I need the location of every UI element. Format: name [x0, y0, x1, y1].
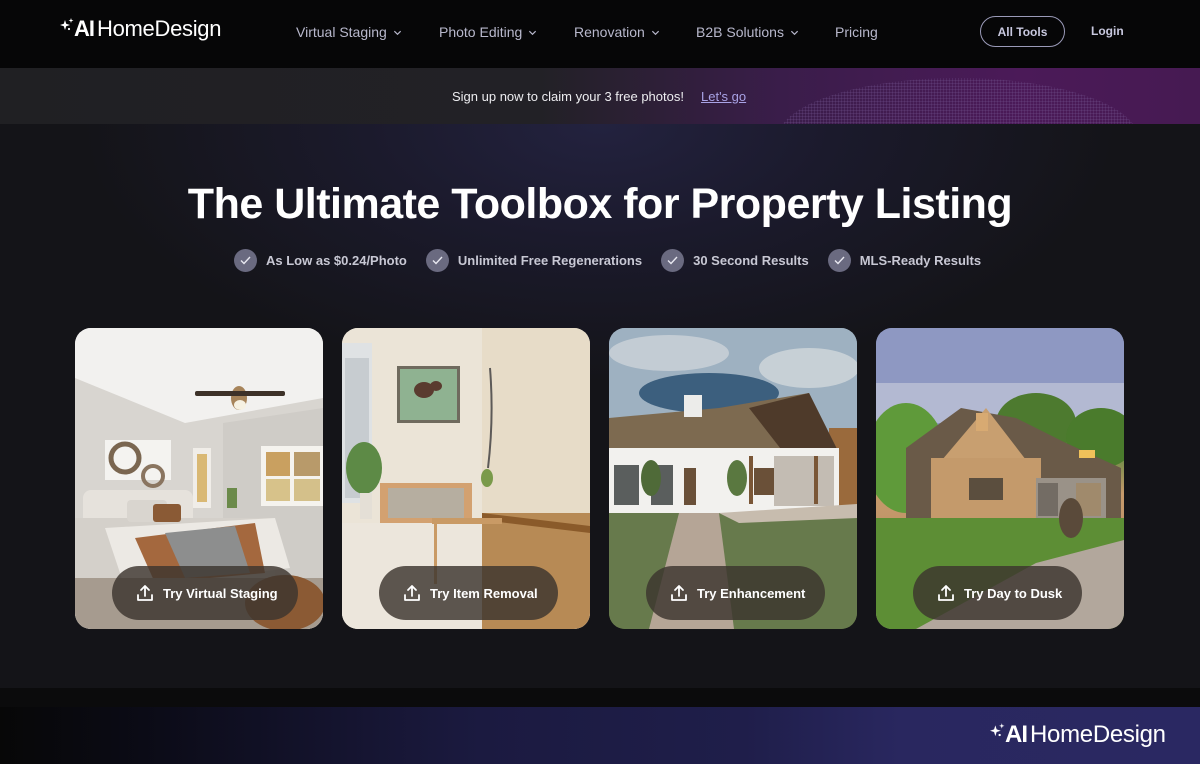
feature-label: Unlimited Free Regenerations — [457, 253, 643, 268]
chevron-down-icon — [529, 30, 537, 35]
site-header: AI HomeDesign Virtual Staging Photo Edit… — [0, 0, 1200, 68]
hero-section: The Ultimate Toolbox for Property Listin… — [0, 124, 1200, 688]
check-icon — [425, 249, 449, 272]
upload-icon — [671, 585, 687, 601]
chevron-down-icon — [790, 30, 799, 35]
button-label: Try Enhancement — [697, 585, 806, 601]
nav-label: Renovation — [574, 24, 645, 40]
try-virtual-staging-button[interactable]: Try Virtual Staging — [112, 566, 298, 620]
promo-banner: Sign up now to claim your 3 free photos!… — [0, 68, 1200, 124]
button-label: Try Item Removal — [430, 585, 538, 601]
all-tools-button[interactable]: All Tools — [980, 16, 1065, 47]
chevron-down-icon — [651, 30, 659, 35]
feature-label: MLS-Ready Results — [859, 253, 982, 268]
try-day-to-dusk-button[interactable]: Try Day to Dusk — [913, 566, 1083, 620]
tool-cards: Try Virtual Staging Try Item Removal Try… — [75, 328, 1124, 629]
footer-banner: AI HomeDesign — [0, 707, 1200, 764]
feature-label: As Low as $0.24/Photo — [266, 253, 407, 268]
nav-renovation[interactable]: Renovation — [574, 24, 696, 40]
decorative-pattern — [778, 78, 1138, 124]
sparkle-icon — [990, 723, 1005, 747]
nav-b2b-solutions[interactable]: B2B Solutions — [696, 24, 835, 40]
nav-label: Pricing — [835, 24, 878, 40]
feature-item: As Low as $0.24/Photo — [234, 249, 407, 272]
feature-item: Unlimited Free Regenerations — [425, 249, 643, 272]
check-icon — [234, 249, 257, 272]
tool-card-virtual-staging[interactable]: Try Virtual Staging — [75, 328, 323, 629]
nav-label: B2B Solutions — [696, 24, 784, 40]
chevron-down-icon — [393, 30, 401, 35]
feature-item: MLS-Ready Results — [827, 249, 982, 272]
logo-name: HomeDesign — [97, 16, 222, 41]
promo-link[interactable]: Let's go — [701, 89, 746, 104]
page-title: The Ultimate Toolbox for Property Listin… — [187, 180, 1013, 228]
button-label: Try Day to Dusk — [964, 585, 1063, 601]
feature-label: 30 Second Results — [693, 253, 809, 268]
nav-virtual-staging[interactable]: Virtual Staging — [296, 24, 439, 40]
login-link[interactable]: Login — [1091, 24, 1124, 38]
check-icon — [661, 249, 685, 272]
sparkle-icon — [60, 18, 74, 40]
tool-card-item-removal[interactable]: Try Item Removal — [342, 328, 590, 629]
promo-text: Sign up now to claim your 3 free photos! — [452, 89, 684, 104]
upload-icon — [404, 585, 420, 601]
try-item-removal-button[interactable]: Try Item Removal — [379, 566, 558, 620]
logo-name: HomeDesign — [1030, 721, 1166, 748]
feature-list: As Low as $0.24/Photo Unlimited Free Reg… — [234, 249, 1000, 272]
nav-pricing[interactable]: Pricing — [835, 24, 878, 40]
main-nav: Virtual Staging Photo Editing Renovation… — [296, 24, 878, 40]
section-divider — [0, 688, 1200, 707]
logo[interactable]: AI HomeDesign — [60, 16, 221, 42]
tool-card-enhancement[interactable]: Try Enhancement — [609, 328, 857, 629]
nav-photo-editing[interactable]: Photo Editing — [439, 24, 574, 40]
check-icon — [827, 249, 851, 272]
upload-icon — [938, 585, 954, 601]
logo-ai: AI — [74, 16, 95, 41]
button-label: Try Virtual Staging — [163, 585, 278, 601]
tool-card-day-to-dusk[interactable]: Try Day to Dusk — [876, 328, 1124, 629]
feature-item: 30 Second Results — [661, 249, 809, 272]
footer-logo[interactable]: AI HomeDesign — [990, 721, 1166, 749]
logo-ai: AI — [1005, 721, 1028, 748]
nav-label: Virtual Staging — [296, 24, 387, 40]
nav-label: Photo Editing — [439, 24, 523, 40]
upload-icon — [137, 585, 153, 601]
try-enhancement-button[interactable]: Try Enhancement — [646, 566, 826, 620]
